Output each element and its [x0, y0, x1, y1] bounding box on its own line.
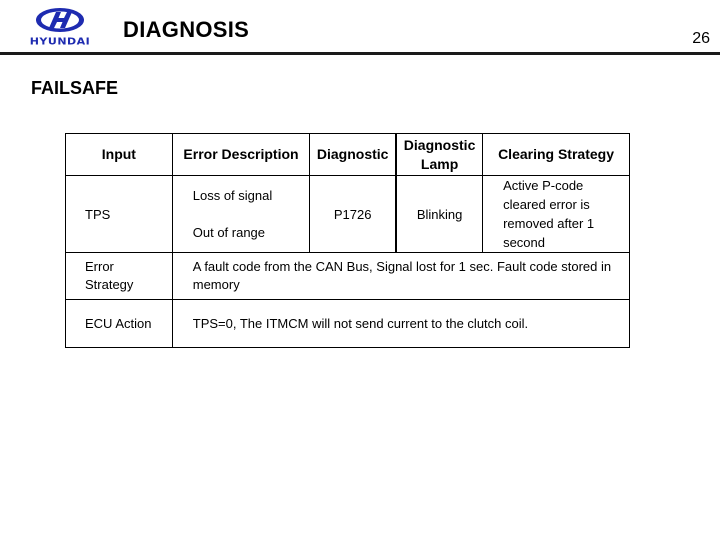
error-description-line: Loss of signal: [192, 187, 273, 203]
table-header-row: Input Error Description Diagnostic Diagn…: [65, 133, 630, 176]
page-title: DIAGNOSIS: [123, 17, 250, 42]
cell-error-strategy-label: Error Strategy: [65, 252, 173, 300]
failsafe-table: Input Error Description Diagnostic Diagn…: [65, 133, 631, 348]
error-strategy-label: Error Strategy: [85, 259, 134, 292]
clearing-strategy-text: Active P-code cleared error is removed a…: [503, 178, 595, 250]
section-title: FAILSAFE: [31, 78, 119, 98]
column-header-diagnostic: Diagnostic: [309, 133, 397, 176]
table-row-ecu-action: ECU Action TPS=0, The ITMCM will not sen…: [65, 299, 631, 348]
cell-clearing-strategy: Active P-code cleared error is removed a…: [482, 175, 630, 253]
cell-diagnostic: P1726: [309, 175, 397, 253]
error-strategy-text: A fault code from the CAN Bus, Signal lo…: [192, 259, 612, 292]
cell-input: TPS: [65, 175, 173, 253]
cell-diagnostic-lamp: Blinking: [395, 175, 484, 253]
diagnostic-lamp-label: Diagnostic Lamp: [403, 136, 476, 172]
cell-error-description: Loss of signal Out of range: [171, 175, 311, 253]
hyundai-emblem-icon: [36, 8, 84, 32]
table-row-error-strategy: Error Strategy A fault code from the CAN…: [65, 252, 631, 300]
cell-error-strategy-text: A fault code from the CAN Bus, Signal lo…: [171, 252, 631, 300]
error-description-line: Out of range: [192, 224, 266, 240]
page-number: 26: [692, 30, 710, 47]
column-header-diagnostic-lamp: Diagnostic Lamp: [395, 133, 484, 176]
hyundai-logo: HYUNDAI: [22, 6, 98, 48]
column-header-input: Input: [65, 133, 173, 176]
header-divider: [0, 52, 720, 55]
table-row: TPS Loss of signal Out of range P1726 Bl…: [65, 175, 630, 253]
column-header-clearing-strategy: Clearing Strategy: [482, 133, 630, 176]
column-header-error-description: Error Description: [171, 133, 311, 176]
cell-ecu-action-label: ECU Action: [65, 299, 173, 348]
cell-ecu-action-text: TPS=0, The ITMCM will not send current t…: [171, 299, 631, 348]
logo-wordmark: HYUNDAI: [29, 35, 91, 48]
